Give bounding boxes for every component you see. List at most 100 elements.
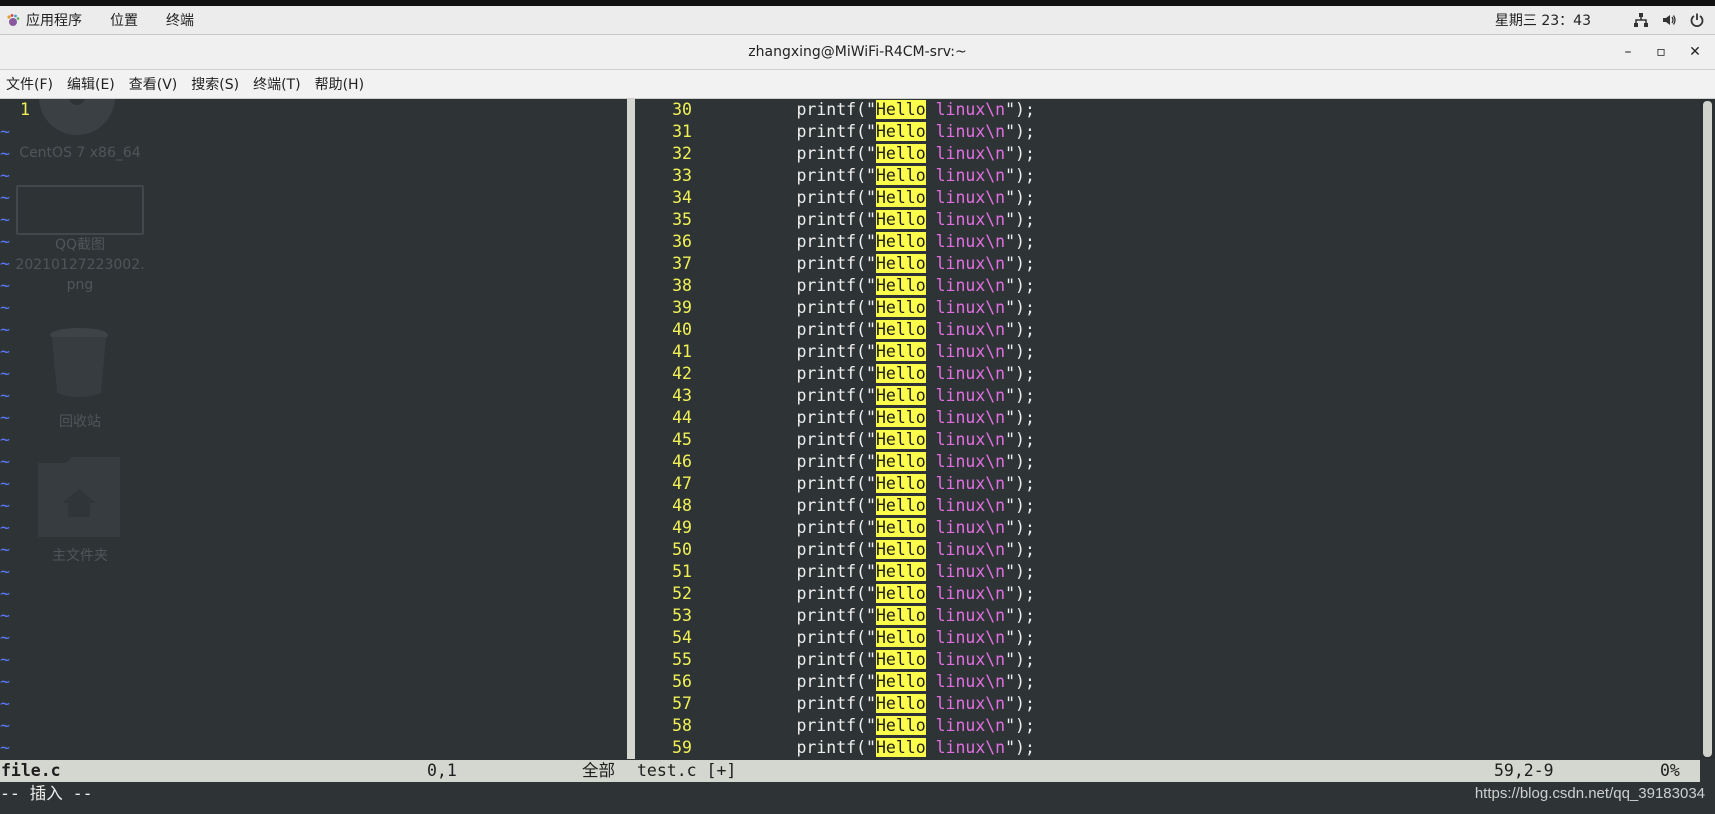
code-tail: "); <box>1005 122 1035 141</box>
line-number: 57 <box>672 694 692 713</box>
code-linux: linux <box>935 672 986 691</box>
code-quote-open: " <box>866 122 876 141</box>
code-hello-highlight: Hello <box>875 342 926 361</box>
code-quote-open: " <box>866 430 876 449</box>
code-quote-open: " <box>866 320 876 339</box>
empty-line-tilde: ~ <box>0 144 10 163</box>
empty-line-tilde: ~ <box>0 650 10 669</box>
clock[interactable]: 星期三 23：43 <box>1495 10 1591 30</box>
code-text: printf("Hello linux\n"); <box>717 539 1035 561</box>
code-hello-highlight: Hello <box>875 716 926 735</box>
line-number: 45 <box>672 430 692 449</box>
window-title: zhangxing@MiWiFi-R4CM-srv:~ <box>748 44 967 60</box>
menu-view[interactable]: 查看(V) <box>129 74 178 94</box>
vim-pane-file-c[interactable]: 1 ~ ~ ~ ~ ~ ~ ~ ~ ~ ~ ~ ~ ~ ~ ~ ~ ~ ~ ~ ~ ~ ~ ~ ~ ~ ~ ~ ~ ~ <box>0 99 625 759</box>
code-text: printf("Hello linux\n"); <box>717 253 1035 275</box>
code-func: printf( <box>796 254 867 273</box>
menu-help[interactable]: 帮助(H) <box>315 74 364 94</box>
vim-pane-test-c[interactable]: 30 printf("Hello linux\n"); 31 printf("He… <box>635 99 1700 759</box>
terminal-area[interactable]: CentOS 7 x86_64 QQ截图 20210127223002. png… <box>0 99 1715 814</box>
code-escape: \n <box>985 738 1006 757</box>
code-hello-highlight: Hello <box>875 606 926 625</box>
places-menu[interactable]: 位置 <box>110 10 138 30</box>
code-func: printf( <box>796 298 867 317</box>
code-func: printf( <box>796 430 867 449</box>
menu-file[interactable]: 文件(F) <box>6 74 53 94</box>
code-func: printf( <box>796 650 867 669</box>
code-tail: "); <box>1005 386 1035 405</box>
code-func: printf( <box>796 628 867 647</box>
empty-line-tilde: ~ <box>0 694 10 713</box>
code-tail: "); <box>1005 518 1035 537</box>
code-text: printf("Hello linux\n"); <box>717 121 1035 143</box>
empty-line-tilde: ~ <box>0 430 10 449</box>
code-escape: \n <box>985 584 1006 603</box>
scrollbar-thumb[interactable] <box>1703 101 1712 757</box>
code-hello-highlight: Hello <box>875 254 926 273</box>
code-hello-highlight: Hello <box>875 122 926 141</box>
code-escape: \n <box>985 540 1006 559</box>
code-quote-open: " <box>866 452 876 471</box>
right-status-filename: test.c [+] <box>637 761 737 780</box>
code-escape: \n <box>985 166 1006 185</box>
code-text: printf("Hello linux\n"); <box>717 363 1035 385</box>
code-text: printf("Hello linux\n"); <box>717 385 1035 407</box>
close-button[interactable]: ✕ <box>1680 35 1710 69</box>
minimize-button[interactable]: – <box>1613 35 1643 69</box>
code-linux: linux <box>935 100 986 119</box>
menu-terminal[interactable]: 终端(T) <box>253 74 300 94</box>
menu-search[interactable]: 搜索(S) <box>191 74 239 94</box>
code-func: printf( <box>796 320 867 339</box>
applications-menu[interactable]: 应用程序 <box>6 10 110 30</box>
code-quote-open: " <box>866 540 876 559</box>
code-hello-highlight: Hello <box>875 276 926 295</box>
code-quote-open: " <box>866 738 876 757</box>
code-func: printf( <box>796 452 867 471</box>
code-quote-open: " <box>866 100 876 119</box>
network-icon[interactable] <box>1633 12 1649 28</box>
line-number: 35 <box>672 210 692 229</box>
terminal-scrollbar[interactable] <box>1700 99 1715 759</box>
code-quote-open: " <box>866 584 876 603</box>
vim-mode-indicator: -- 插入 -- <box>0 784 93 803</box>
code-tail: "); <box>1005 100 1035 119</box>
maximize-button[interactable]: ▫ <box>1646 35 1676 69</box>
code-quote-open: " <box>866 694 876 713</box>
right-status-percent: 0% <box>1660 761 1680 780</box>
code-linux: linux <box>935 144 986 163</box>
power-icon[interactable] <box>1689 12 1705 28</box>
code-func: printf( <box>796 408 867 427</box>
left-status-position: 0,1 <box>427 761 457 780</box>
line-number: 52 <box>672 584 692 603</box>
code-linux: linux <box>935 232 986 251</box>
code-hello-highlight: Hello <box>875 298 926 317</box>
code-hello-highlight: Hello <box>875 496 926 515</box>
window-titlebar[interactable]: zhangxing@MiWiFi-R4CM-srv:~ – ▫ ✕ <box>0 35 1715 70</box>
empty-line-tilde: ~ <box>0 166 10 185</box>
terminal-app-menu[interactable]: 终端 <box>166 10 194 30</box>
code-hello-highlight: Hello <box>875 452 926 471</box>
code-linux: linux <box>935 430 986 449</box>
vertical-split-divider[interactable] <box>627 99 635 759</box>
menu-edit[interactable]: 编辑(E) <box>67 74 115 94</box>
line-number: 37 <box>672 254 692 273</box>
code-quote-open: " <box>866 298 876 317</box>
volume-icon[interactable] <box>1661 12 1677 28</box>
applications-label: 应用程序 <box>26 13 82 29</box>
code-linux: linux <box>935 716 986 735</box>
empty-line-tilde: ~ <box>0 188 10 207</box>
